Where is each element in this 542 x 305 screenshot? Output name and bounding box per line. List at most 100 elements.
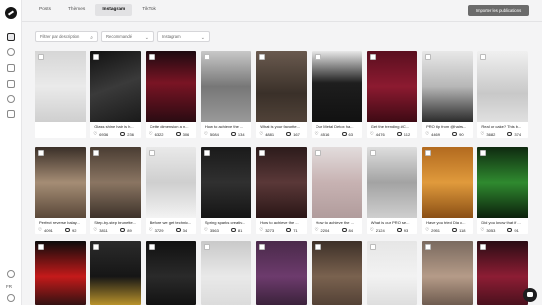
post-select-checkbox[interactable] xyxy=(480,54,487,60)
post-thumbnail[interactable] xyxy=(35,51,86,122)
post-select-checkbox[interactable] xyxy=(369,244,376,250)
post-select-checkbox[interactable] xyxy=(148,150,155,156)
post-card[interactable] xyxy=(35,51,86,138)
post-card[interactable]: Did you know that if ... ♡ 3053 91 xyxy=(477,147,528,234)
post-thumbnail[interactable] xyxy=(311,51,362,122)
post-select-checkbox[interactable] xyxy=(38,54,44,60)
post-select-checkbox[interactable] xyxy=(148,244,155,250)
bag-icon[interactable] xyxy=(7,64,15,72)
post-thumbnail[interactable] xyxy=(90,51,141,122)
posts-icon[interactable] xyxy=(7,33,15,41)
post-card[interactable]: What is your favorite... ♡ 4881 167 xyxy=(256,51,307,138)
post-card[interactable]: Real or cake? This b... ♡ 3682 374 xyxy=(477,51,528,138)
post-thumbnail[interactable] xyxy=(422,241,473,305)
post-select-checkbox[interactable] xyxy=(425,244,432,250)
post-select-checkbox[interactable] xyxy=(369,54,376,60)
post-card[interactable]: Glass shine hair is h... ♡ 6936 236 xyxy=(90,51,141,138)
post-card[interactable]: How to achieve the ... ♡ 5084 134 xyxy=(200,51,252,138)
post-card[interactable]: Have you tried Dia c... ♡ 2951 118 xyxy=(422,147,473,234)
globe-icon[interactable] xyxy=(7,48,15,56)
tab-posts[interactable]: Posts xyxy=(32,4,58,16)
post-select-checkbox[interactable] xyxy=(38,150,44,156)
post-thumbnail[interactable] xyxy=(477,147,528,218)
post-select-checkbox[interactable] xyxy=(259,244,266,250)
brand-logo[interactable] xyxy=(5,7,17,19)
post-select-checkbox[interactable] xyxy=(259,150,266,156)
post-thumbnail[interactable] xyxy=(422,147,473,218)
post-thumbnail[interactable] xyxy=(90,147,141,218)
document-icon[interactable] xyxy=(7,110,15,118)
camera-icon[interactable] xyxy=(7,95,15,103)
post-card[interactable]: Our Metal Detox ha... ♡ 4516 63 xyxy=(311,51,362,138)
post-card[interactable]: Before we get technic... ♡ 3729 34 xyxy=(145,147,197,234)
post-select-checkbox[interactable] xyxy=(203,54,210,60)
chart-icon[interactable] xyxy=(7,80,15,88)
post-thumbnail[interactable] xyxy=(366,147,418,218)
post-thumbnail[interactable] xyxy=(256,241,307,305)
language-selector[interactable]: FR xyxy=(6,284,12,289)
post-select-checkbox[interactable] xyxy=(369,150,376,156)
post-select-checkbox[interactable] xyxy=(425,54,432,60)
post-card[interactable] xyxy=(311,241,362,305)
post-card[interactable] xyxy=(145,241,197,305)
post-select-checkbox[interactable] xyxy=(480,244,487,250)
post-thumbnail[interactable] xyxy=(200,241,252,305)
post-thumbnail[interactable] xyxy=(256,147,307,218)
post-thumbnail[interactable] xyxy=(90,241,141,305)
post-select-checkbox[interactable] xyxy=(38,244,44,250)
post-select-checkbox[interactable] xyxy=(314,244,321,250)
post-select-checkbox[interactable] xyxy=(480,150,487,156)
post-select-checkbox[interactable] xyxy=(314,54,321,60)
post-card[interactable] xyxy=(256,241,307,305)
post-card[interactable] xyxy=(35,241,86,305)
post-thumbnail[interactable] xyxy=(35,241,86,305)
post-select-checkbox[interactable] xyxy=(148,54,155,60)
post-card[interactable]: Cette dimension a n... ♡ 6322 306 xyxy=(145,51,197,138)
post-card[interactable] xyxy=(422,241,473,305)
post-thumbnail[interactable] xyxy=(145,147,197,218)
post-card[interactable]: What is our PRO se... ♡ 2124 93 xyxy=(366,147,418,234)
type-select[interactable]: Instagram ⌄ xyxy=(157,31,210,42)
post-card[interactable]: PRO tip from @hairs... ♡ 4469 90 xyxy=(422,51,473,138)
description-filter-input[interactable]: Filtrer par description ⌕ xyxy=(35,31,98,42)
post-thumbnail[interactable] xyxy=(145,51,197,122)
post-select-checkbox[interactable] xyxy=(93,244,100,250)
post-select-checkbox[interactable] xyxy=(93,54,100,60)
post-card[interactable]: Get the trending #C... ♡ 4476 112 xyxy=(366,51,418,138)
post-card[interactable]: How to achieve the ... ♡ 2204 84 xyxy=(311,147,362,234)
tab-tiktok[interactable]: TikTok xyxy=(135,4,163,16)
post-card[interactable] xyxy=(477,241,528,305)
post-card[interactable]: Step-by-step brunette... ♡ 3811 89 xyxy=(90,147,141,234)
chat-button[interactable] xyxy=(523,288,537,302)
post-thumbnail[interactable] xyxy=(200,147,252,218)
post-card[interactable] xyxy=(90,241,141,305)
post-card[interactable] xyxy=(366,241,418,305)
post-select-checkbox[interactable] xyxy=(259,54,266,60)
post-select-checkbox[interactable] xyxy=(93,150,100,156)
post-thumbnail[interactable] xyxy=(477,241,528,305)
post-thumbnail[interactable] xyxy=(35,147,86,218)
help-icon[interactable] xyxy=(7,270,15,278)
post-card[interactable]: Spring sparks creativ... ♡ 3563 81 xyxy=(200,147,252,234)
post-card[interactable]: Perfect reverse balay... ♡ 4091 92 xyxy=(35,147,86,234)
post-thumbnail[interactable] xyxy=(311,147,362,218)
import-posts-button[interactable]: Importer les publications xyxy=(468,5,529,16)
post-select-checkbox[interactable] xyxy=(425,150,432,156)
post-thumbnail[interactable] xyxy=(256,51,307,122)
post-thumbnail[interactable] xyxy=(200,51,252,122)
post-card[interactable] xyxy=(200,241,252,305)
post-select-checkbox[interactable] xyxy=(314,150,321,156)
account-icon[interactable] xyxy=(7,294,15,302)
post-thumbnail[interactable] xyxy=(366,241,418,305)
post-thumbnail[interactable] xyxy=(422,51,473,122)
post-card[interactable]: How to achieve the ... ♡ 3273 71 xyxy=(256,147,307,234)
post-thumbnail[interactable] xyxy=(366,51,418,122)
post-select-checkbox[interactable] xyxy=(203,150,210,156)
sort-select[interactable]: Recommandé ⌄ xyxy=(101,31,154,42)
post-select-checkbox[interactable] xyxy=(203,244,210,250)
post-thumbnail[interactable] xyxy=(311,241,362,305)
tab-themes[interactable]: Thèmes xyxy=(61,4,92,16)
post-thumbnail[interactable] xyxy=(477,51,528,122)
post-thumbnail[interactable] xyxy=(145,241,197,305)
tab-instagram[interactable]: Instagram xyxy=(95,4,133,16)
